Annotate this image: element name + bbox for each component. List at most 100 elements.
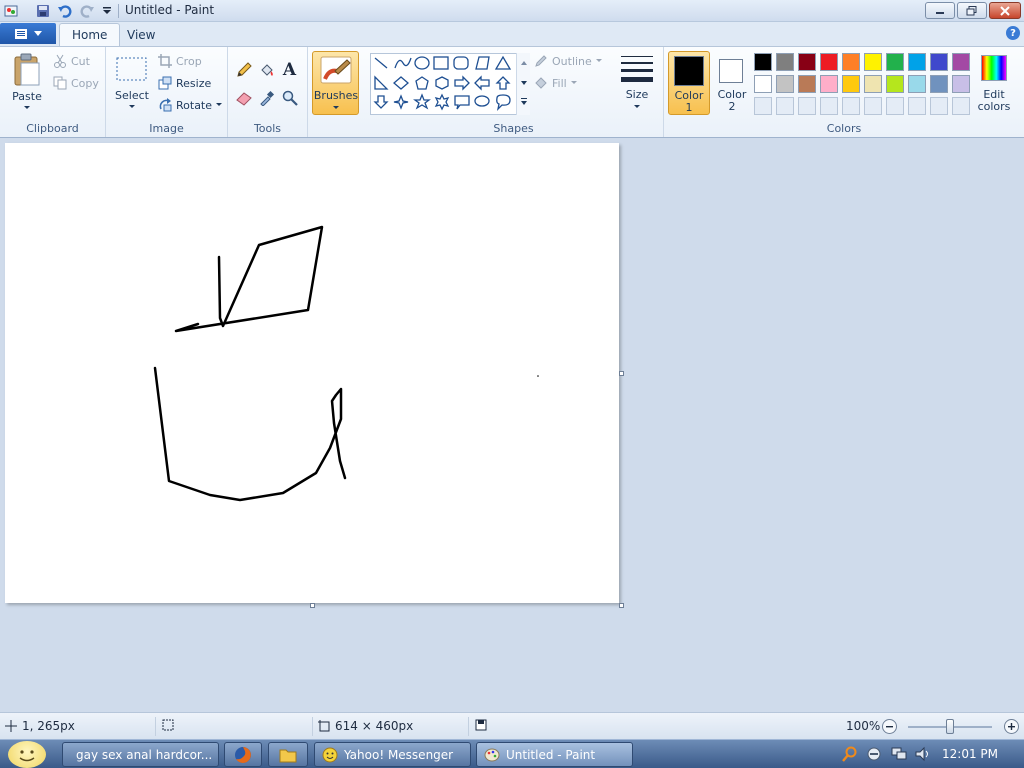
palette-swatch[interactable] (754, 75, 772, 93)
redo-icon[interactable] (78, 2, 96, 20)
taskbar-item-paint[interactable]: Untitled - Paint (476, 742, 633, 767)
clipboard-group-label: Clipboard (26, 122, 79, 135)
palette-swatch[interactable] (952, 53, 970, 71)
smiley-start-icon (19, 750, 35, 762)
brushes-button[interactable]: Brushes (312, 51, 359, 115)
close-button[interactable] (989, 2, 1021, 19)
palette-swatch[interactable] (798, 75, 816, 93)
fill-button[interactable]: Fill (534, 76, 577, 90)
taskbar-item-explorer[interactable] (268, 742, 308, 767)
text-tool[interactable]: A (279, 59, 300, 80)
tab-view[interactable]: View (115, 23, 167, 46)
color2-button[interactable]: Color 2 (714, 51, 750, 115)
paint-app-icon[interactable] (2, 2, 20, 20)
quick-access-dropdown-icon[interactable] (98, 2, 116, 20)
palette-custom-slot[interactable] (908, 97, 926, 115)
shapes-group-label: Shapes (493, 122, 534, 135)
tools-group-label: Tools (253, 122, 282, 135)
palette-swatch[interactable] (842, 53, 860, 71)
volume-icon[interactable] (914, 746, 932, 762)
pencil-tool[interactable] (233, 59, 254, 80)
canvas-drawing (153, 225, 539, 502)
drawn-dot (537, 375, 539, 377)
zoom-slider-thumb[interactable] (946, 719, 954, 734)
copy-icon (53, 76, 67, 90)
palette-swatch[interactable] (930, 75, 948, 93)
palette-custom-slot[interactable] (952, 97, 970, 115)
color1-swatch (674, 56, 704, 86)
canvas-workspace[interactable] (0, 138, 1024, 712)
crop-icon (158, 54, 172, 68)
palette-custom-slot[interactable] (842, 97, 860, 115)
palette-custom-slot[interactable] (754, 97, 772, 115)
palette-swatch[interactable] (776, 53, 794, 71)
palette-swatch[interactable] (864, 75, 882, 93)
palette-custom-slot[interactable] (886, 97, 904, 115)
palette-swatch[interactable] (820, 53, 838, 71)
palette-swatch[interactable] (820, 75, 838, 93)
rotate-icon (159, 98, 172, 112)
taskbar-item-yahoo-messenger[interactable]: Yahoo! Messenger (314, 742, 471, 767)
palette-swatch[interactable] (776, 75, 794, 93)
resize-handle-bottom[interactable] (310, 603, 315, 608)
fill-tool[interactable] (256, 59, 277, 80)
palette-swatch[interactable] (754, 53, 772, 71)
size-button[interactable]: Size (616, 51, 658, 115)
taskbar-clock[interactable]: 12:01 PM (942, 747, 998, 761)
tab-home[interactable]: Home (59, 23, 121, 46)
search-tray-icon[interactable] (842, 746, 858, 762)
resize-handle-corner[interactable] (619, 603, 624, 608)
save-icon[interactable] (34, 2, 52, 20)
minimize-button[interactable] (925, 2, 955, 19)
paste-button[interactable]: Paste (8, 51, 46, 111)
close-icon (1000, 5, 1010, 16)
palette-swatch[interactable] (886, 53, 904, 71)
cursor-position: 1, 265px (5, 719, 75, 733)
canvas-size: 614 × 460px (318, 719, 413, 733)
paint-palette-icon (484, 748, 500, 761)
palette-swatch[interactable] (952, 75, 970, 93)
palette-custom-slot[interactable] (820, 97, 838, 115)
palette-swatch[interactable] (908, 75, 926, 93)
clipboard-group: Paste Cut Copy Clipboard (0, 47, 106, 137)
palette-swatch[interactable] (864, 53, 882, 71)
tools-group: A Tools (228, 47, 308, 137)
palette-swatch[interactable] (842, 75, 860, 93)
shapes-scroll[interactable] (516, 53, 530, 115)
drawing-canvas[interactable] (5, 143, 619, 603)
edit-colors-button[interactable]: Edit colors (976, 51, 1012, 115)
network-icon[interactable] (890, 746, 908, 762)
rotate-button[interactable]: Rotate (158, 98, 223, 112)
paint-menu-button[interactable] (0, 23, 56, 44)
color1-button[interactable]: Color 1 (668, 51, 710, 115)
start-button[interactable] (8, 741, 46, 768)
zoom-in-button[interactable] (1004, 719, 1019, 734)
select-button[interactable]: Select (112, 53, 152, 113)
palette-custom-slot[interactable] (798, 97, 816, 115)
color-picker-tool[interactable] (256, 87, 277, 108)
palette-swatch[interactable] (886, 75, 904, 93)
copy-button[interactable]: Copy (53, 76, 99, 90)
taskbar-item-firefox[interactable] (224, 742, 262, 767)
palette-swatch[interactable] (930, 53, 948, 71)
palette-custom-slot[interactable] (776, 97, 794, 115)
resize-handle-right[interactable] (619, 371, 624, 376)
palette-custom-slot[interactable] (930, 97, 948, 115)
taskbar-item-chrome[interactable]: gay sex anal hardcor... (62, 742, 219, 767)
zoom-out-button[interactable] (882, 719, 897, 734)
restore-button[interactable] (957, 2, 987, 19)
palette-custom-slot[interactable] (864, 97, 882, 115)
resize-button[interactable]: Resize (158, 76, 211, 90)
palette-swatch[interactable] (798, 53, 816, 71)
shapes-gallery[interactable] (370, 53, 530, 115)
cut-button[interactable]: Cut (53, 54, 90, 68)
eraser-tool[interactable] (233, 87, 254, 108)
magnifier-tool[interactable] (279, 87, 300, 108)
minimize-icon (936, 11, 944, 14)
undo-icon[interactable] (56, 2, 74, 20)
tray-status-icon[interactable] (866, 746, 882, 762)
crop-button[interactable]: Crop (158, 54, 202, 68)
outline-button[interactable]: Outline (534, 54, 602, 68)
palette-swatch[interactable] (908, 53, 926, 71)
help-icon[interactable]: ? (1006, 26, 1020, 40)
